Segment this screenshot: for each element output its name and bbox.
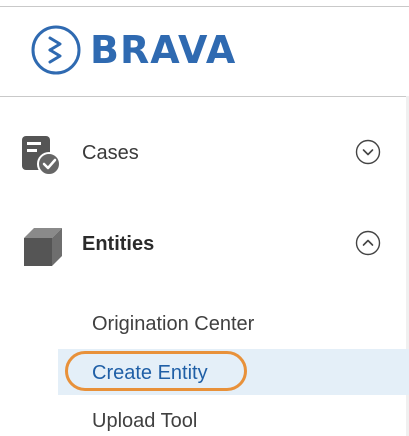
subnav-item-origination-center[interactable]: Origination Center (92, 312, 254, 336)
brava-logo-icon (31, 25, 81, 75)
chevron-down-circle-icon[interactable] (355, 139, 381, 165)
nav-item-label: Cases (82, 142, 139, 164)
cases-icon (22, 136, 61, 176)
top-divider (0, 6, 409, 7)
header-divider (0, 96, 409, 97)
nav-item-entities[interactable]: Entities (0, 220, 406, 270)
nav-item-label: Entities (82, 233, 155, 255)
entities-cube-icon (24, 228, 62, 266)
subnav-item-upload-tool[interactable]: Upload Tool (92, 409, 197, 433)
chevron-up-circle-icon[interactable] (355, 230, 381, 256)
brava-logo[interactable]: BRAVA (30, 24, 270, 80)
nav-item-cases[interactable]: Cases (0, 128, 406, 178)
brand-name: BRAVA (90, 28, 237, 72)
highlight-annotation (65, 351, 247, 391)
